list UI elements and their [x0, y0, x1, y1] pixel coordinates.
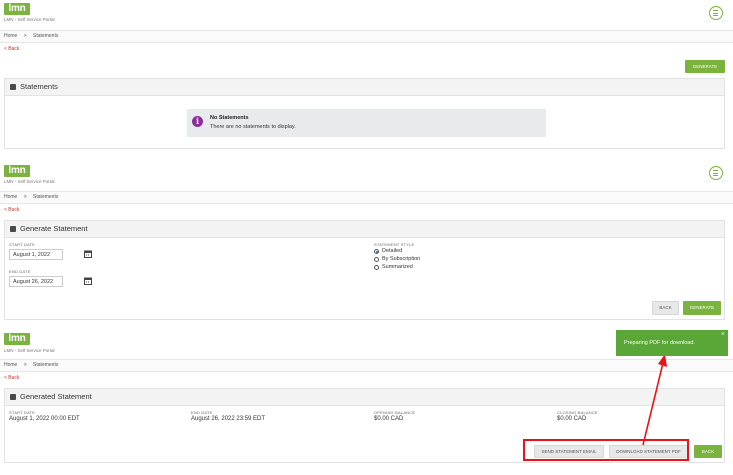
end-date-label: END DATE — [191, 410, 213, 415]
style-detailed-radio[interactable] — [374, 249, 379, 254]
document-icon — [10, 84, 16, 90]
end-date-value: August 26, 2022 23:59 EDT — [191, 416, 266, 422]
end-date-input[interactable]: August 26, 2022 — [9, 276, 63, 287]
generate-statement-panel: Generate Statement START DATE August 1, … — [4, 220, 725, 320]
back-button[interactable]: BACK — [694, 445, 722, 458]
logo[interactable]: lmn — [4, 165, 30, 177]
calendar-icon[interactable] — [84, 250, 92, 258]
opening-balance-value: $0.00 CAD — [374, 416, 404, 422]
generate-button[interactable]: GENERATE — [683, 301, 721, 315]
closing-balance-value: $0.00 CAD — [557, 416, 587, 422]
breadcrumb-separator: > — [23, 194, 27, 200]
style-detailed-label: Detailed — [382, 248, 403, 254]
start-date-label: START DATE — [9, 410, 36, 415]
back-link[interactable]: < Back — [4, 207, 19, 213]
statements-panel: Statements i No Statements There are no … — [4, 78, 725, 149]
back-link[interactable]: < Back — [4, 46, 19, 52]
generate-button[interactable]: GENERATE — [685, 60, 725, 73]
document-icon — [10, 226, 16, 232]
empty-title: No Statements — [210, 115, 249, 121]
calendar-icon[interactable] — [84, 277, 92, 285]
start-date-input[interactable]: August 1, 2022 — [9, 249, 63, 260]
breadcrumb-separator: > — [23, 362, 27, 368]
end-date-label: END DATE — [9, 269, 31, 274]
breadcrumb-current: Statements — [33, 33, 59, 39]
generated-statement-header: Generated Statement — [5, 389, 724, 406]
closing-balance-label: CLOSING BALANCE — [557, 410, 598, 415]
breadcrumb: Home > Statements — [0, 30, 733, 43]
style-summarized-label: Summarized — [382, 264, 413, 270]
start-date-value: August 1, 2022 00:00 EDT — [9, 416, 80, 422]
empty-notice: i No Statements There are no statements … — [187, 109, 546, 137]
toast-notification: Preparing PDF for download. × — [616, 330, 728, 356]
breadcrumb: Home > Statements — [0, 191, 733, 204]
breadcrumb: Home > Statements — [0, 359, 733, 372]
back-button[interactable]: BACK — [652, 301, 679, 315]
breadcrumb-current: Statements — [33, 194, 59, 200]
statement-style-label: STATEMENT STYLE — [374, 242, 415, 247]
opening-balance-label: OPENING BALANCE — [374, 410, 416, 415]
portal-name: LMN - Self Service Portal — [4, 179, 55, 184]
portal-name: LMN - Self Service Portal — [4, 17, 55, 22]
panel-title: Generate Statement — [20, 224, 88, 233]
panel-title: Generated Statement — [20, 392, 92, 401]
style-summarized-radio[interactable] — [374, 265, 379, 270]
breadcrumb-home[interactable]: Home — [0, 33, 17, 39]
panel-title: Statements — [20, 82, 58, 91]
empty-text: There are no statements to display. — [210, 124, 296, 130]
statements-panel-header: Statements — [5, 79, 724, 96]
breadcrumb-separator: > — [23, 33, 27, 39]
document-icon — [10, 394, 16, 400]
start-date-label: START DATE — [9, 242, 36, 247]
menu-button[interactable] — [709, 6, 723, 20]
info-icon: i — [192, 116, 203, 127]
logo[interactable]: lmn — [4, 3, 30, 15]
toast-message: Preparing PDF for download. — [624, 340, 695, 346]
breadcrumb-home[interactable]: Home — [0, 194, 17, 200]
breadcrumb-home[interactable]: Home — [0, 362, 17, 368]
menu-button[interactable] — [709, 166, 723, 180]
logo[interactable]: lmn — [4, 333, 30, 345]
breadcrumb-current: Statements — [33, 362, 59, 368]
style-subscription-label: By Subscription — [382, 256, 421, 262]
style-subscription-radio[interactable] — [374, 257, 379, 262]
generate-statement-header: Generate Statement — [5, 221, 724, 238]
annotation-arrow — [642, 354, 667, 446]
toast-close-icon[interactable]: × — [721, 331, 725, 338]
back-link[interactable]: < Back — [4, 375, 19, 381]
portal-name: LMN - Self Service Portal — [4, 348, 55, 353]
